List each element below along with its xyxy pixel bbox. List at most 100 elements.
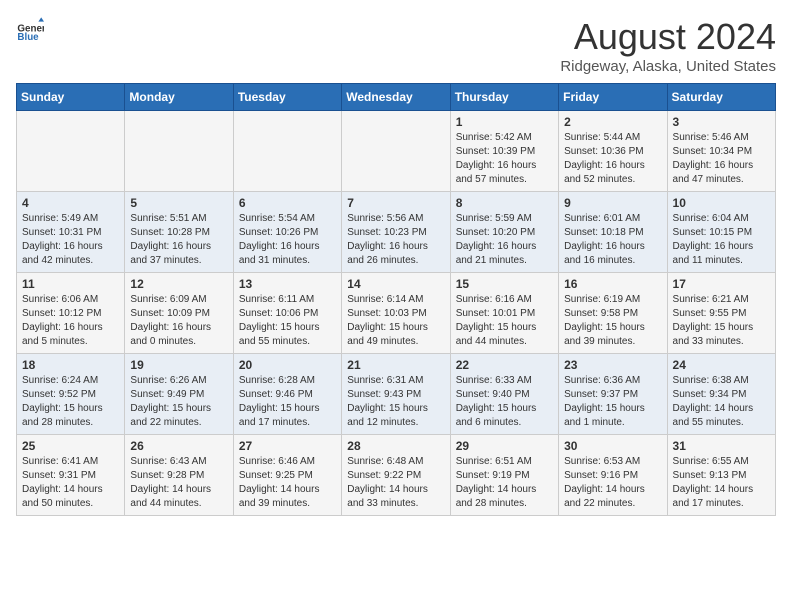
day-info: Sunrise: 6:51 AM Sunset: 9:19 PM Dayligh… bbox=[456, 455, 553, 511]
main-title: August 2024 bbox=[560, 16, 776, 58]
svg-text:Blue: Blue bbox=[17, 32, 39, 43]
header-day-sunday: Sunday bbox=[17, 84, 125, 111]
day-number: 28 bbox=[347, 439, 444, 453]
calendar-cell-w5-d7: 31 Sunrise: 6:55 AM Sunset: 9:13 PM Dayli… bbox=[667, 435, 775, 516]
calendar-table: SundayMondayTuesdayWednesdayThursdayFrid… bbox=[16, 83, 776, 516]
day-info: Sunrise: 6:46 AM Sunset: 9:25 PM Dayligh… bbox=[239, 455, 336, 511]
day-number: 17 bbox=[673, 277, 770, 291]
day-info: Sunrise: 5:46 AM Sunset: 10:34 PM Daylig… bbox=[673, 131, 770, 187]
day-number: 26 bbox=[130, 439, 227, 453]
calendar-cell-w1-d3 bbox=[233, 111, 341, 192]
calendar-week-2: 4 Sunrise: 5:49 AM Sunset: 10:31 PM Dayli… bbox=[17, 192, 776, 273]
day-number: 8 bbox=[456, 196, 553, 210]
day-info: Sunrise: 6:16 AM Sunset: 10:01 PM Daylig… bbox=[456, 293, 553, 349]
day-number: 14 bbox=[347, 277, 444, 291]
calendar-cell-w2-d5: 8 Sunrise: 5:59 AM Sunset: 10:20 PM Dayli… bbox=[450, 192, 558, 273]
calendar-cell-w2-d3: 6Sunrise: 5:54 AM Sunset: 10:26 PM Dayli… bbox=[233, 192, 341, 273]
day-number: 24 bbox=[673, 358, 770, 372]
header-day-friday: Friday bbox=[559, 84, 667, 111]
day-info: Sunrise: 6:31 AM Sunset: 9:43 PM Dayligh… bbox=[347, 374, 444, 430]
calendar-cell-w5-d4: 28 Sunrise: 6:48 AM Sunset: 9:22 PM Dayli… bbox=[342, 435, 450, 516]
calendar-cell-w5-d2: 26 Sunrise: 6:43 AM Sunset: 9:28 PM Dayli… bbox=[125, 435, 233, 516]
day-number: 16 bbox=[564, 277, 661, 291]
header-day-monday: Monday bbox=[125, 84, 233, 111]
day-info: Sunrise: 6:04 AM Sunset: 10:15 PM Daylig… bbox=[673, 212, 770, 268]
day-info: Sunrise: 6:09 AM Sunset: 10:09 PM Daylig… bbox=[130, 293, 227, 349]
header-day-wednesday: Wednesday bbox=[342, 84, 450, 111]
day-number: 10 bbox=[673, 196, 770, 210]
day-info: Sunrise: 6:06 AM Sunset: 10:12 PM Daylig… bbox=[22, 293, 119, 349]
calendar-cell-w1-d2 bbox=[125, 111, 233, 192]
day-number: 30 bbox=[564, 439, 661, 453]
header-day-saturday: Saturday bbox=[667, 84, 775, 111]
day-number: 27 bbox=[239, 439, 336, 453]
calendar-cell-w2-d2: 5 Sunrise: 5:51 AM Sunset: 10:28 PM Dayli… bbox=[125, 192, 233, 273]
day-number: 5 bbox=[130, 196, 227, 210]
day-number: 3 bbox=[673, 115, 770, 129]
calendar-cell-w4-d3: 20Sunrise: 6:28 AM Sunset: 9:46 PM Dayli… bbox=[233, 354, 341, 435]
day-info: Sunrise: 5:59 AM Sunset: 10:20 PM Daylig… bbox=[456, 212, 553, 268]
day-number: 13 bbox=[239, 277, 336, 291]
header-day-tuesday: Tuesday bbox=[233, 84, 341, 111]
calendar-cell-w2-d4: 7Sunrise: 5:56 AM Sunset: 10:23 PM Dayli… bbox=[342, 192, 450, 273]
day-number: 23 bbox=[564, 358, 661, 372]
calendar-week-3: 11 Sunrise: 6:06 AM Sunset: 10:12 PM Dayl… bbox=[17, 273, 776, 354]
day-info: Sunrise: 6:41 AM Sunset: 9:31 PM Dayligh… bbox=[22, 455, 119, 511]
day-info: Sunrise: 6:14 AM Sunset: 10:03 PM Daylig… bbox=[347, 293, 444, 349]
day-info: Sunrise: 6:26 AM Sunset: 9:49 PM Dayligh… bbox=[130, 374, 227, 430]
calendar-cell-w3-d2: 12Sunrise: 6:09 AM Sunset: 10:09 PM Dayl… bbox=[125, 273, 233, 354]
calendar-cell-w4-d4: 21 Sunrise: 6:31 AM Sunset: 9:43 PM Dayli… bbox=[342, 354, 450, 435]
calendar-cell-w5-d3: 27 Sunrise: 6:46 AM Sunset: 9:25 PM Dayli… bbox=[233, 435, 341, 516]
day-number: 25 bbox=[22, 439, 119, 453]
day-info: Sunrise: 6:21 AM Sunset: 9:55 PM Dayligh… bbox=[673, 293, 770, 349]
logo-icon: General Blue bbox=[16, 16, 44, 44]
day-info: Sunrise: 5:49 AM Sunset: 10:31 PM Daylig… bbox=[22, 212, 119, 268]
day-info: Sunrise: 5:51 AM Sunset: 10:28 PM Daylig… bbox=[130, 212, 227, 268]
day-info: Sunrise: 5:44 AM Sunset: 10:36 PM Daylig… bbox=[564, 131, 661, 187]
day-info: Sunrise: 6:55 AM Sunset: 9:13 PM Dayligh… bbox=[673, 455, 770, 511]
header: General Blue August 2024 Ridgeway, Alask… bbox=[16, 16, 776, 75]
day-number: 18 bbox=[22, 358, 119, 372]
day-number: 4 bbox=[22, 196, 119, 210]
calendar-week-4: 18 Sunrise: 6:24 AM Sunset: 9:52 PM Dayli… bbox=[17, 354, 776, 435]
day-info: Sunrise: 6:24 AM Sunset: 9:52 PM Dayligh… bbox=[22, 374, 119, 430]
day-number: 2 bbox=[564, 115, 661, 129]
day-number: 11 bbox=[22, 277, 119, 291]
day-info: Sunrise: 6:38 AM Sunset: 9:34 PM Dayligh… bbox=[673, 374, 770, 430]
day-info: Sunrise: 5:42 AM Sunset: 10:39 PM Daylig… bbox=[456, 131, 553, 187]
day-info: Sunrise: 6:43 AM Sunset: 9:28 PM Dayligh… bbox=[130, 455, 227, 511]
calendar-cell-w2-d1: 4 Sunrise: 5:49 AM Sunset: 10:31 PM Dayli… bbox=[17, 192, 125, 273]
day-info: Sunrise: 6:48 AM Sunset: 9:22 PM Dayligh… bbox=[347, 455, 444, 511]
calendar-cell-w2-d7: 10 Sunrise: 6:04 AM Sunset: 10:15 PM Dayl… bbox=[667, 192, 775, 273]
calendar-cell-w3-d1: 11 Sunrise: 6:06 AM Sunset: 10:12 PM Dayl… bbox=[17, 273, 125, 354]
day-number: 21 bbox=[347, 358, 444, 372]
calendar-cell-w3-d7: 17 Sunrise: 6:21 AM Sunset: 9:55 PM Dayli… bbox=[667, 273, 775, 354]
calendar-cell-w5-d1: 25 Sunrise: 6:41 AM Sunset: 9:31 PM Dayli… bbox=[17, 435, 125, 516]
day-info: Sunrise: 6:01 AM Sunset: 10:18 PM Daylig… bbox=[564, 212, 661, 268]
calendar-week-1: 1Sunrise: 5:42 AM Sunset: 10:39 PM Dayli… bbox=[17, 111, 776, 192]
day-number: 7 bbox=[347, 196, 444, 210]
day-info: Sunrise: 6:28 AM Sunset: 9:46 PM Dayligh… bbox=[239, 374, 336, 430]
calendar-cell-w1-d7: 3 Sunrise: 5:46 AM Sunset: 10:34 PM Dayli… bbox=[667, 111, 775, 192]
calendar-cell-w2-d6: 9 Sunrise: 6:01 AM Sunset: 10:18 PM Dayli… bbox=[559, 192, 667, 273]
calendar-cell-w4-d5: 22 Sunrise: 6:33 AM Sunset: 9:40 PM Dayli… bbox=[450, 354, 558, 435]
calendar-cell-w1-d4 bbox=[342, 111, 450, 192]
day-number: 19 bbox=[130, 358, 227, 372]
day-number: 9 bbox=[564, 196, 661, 210]
header-day-thursday: Thursday bbox=[450, 84, 558, 111]
day-number: 29 bbox=[456, 439, 553, 453]
day-info: Sunrise: 6:53 AM Sunset: 9:16 PM Dayligh… bbox=[564, 455, 661, 511]
calendar-cell-w1-d6: 2 Sunrise: 5:44 AM Sunset: 10:36 PM Dayli… bbox=[559, 111, 667, 192]
calendar-cell-w4-d6: 23Sunrise: 6:36 AM Sunset: 9:37 PM Dayli… bbox=[559, 354, 667, 435]
calendar-cell-w3-d3: 13 Sunrise: 6:11 AM Sunset: 10:06 PM Dayl… bbox=[233, 273, 341, 354]
title-area: August 2024 Ridgeway, Alaska, United Sta… bbox=[560, 16, 776, 75]
day-number: 22 bbox=[456, 358, 553, 372]
logo: General Blue bbox=[16, 16, 44, 44]
calendar-cell-w5-d6: 30 Sunrise: 6:53 AM Sunset: 9:16 PM Dayli… bbox=[559, 435, 667, 516]
day-info: Sunrise: 6:33 AM Sunset: 9:40 PM Dayligh… bbox=[456, 374, 553, 430]
calendar-cell-w5-d5: 29 Sunrise: 6:51 AM Sunset: 9:19 PM Dayli… bbox=[450, 435, 558, 516]
subtitle: Ridgeway, Alaska, United States bbox=[560, 58, 776, 75]
day-info: Sunrise: 6:11 AM Sunset: 10:06 PM Daylig… bbox=[239, 293, 336, 349]
calendar-cell-w1-d5: 1Sunrise: 5:42 AM Sunset: 10:39 PM Dayli… bbox=[450, 111, 558, 192]
day-number: 31 bbox=[673, 439, 770, 453]
